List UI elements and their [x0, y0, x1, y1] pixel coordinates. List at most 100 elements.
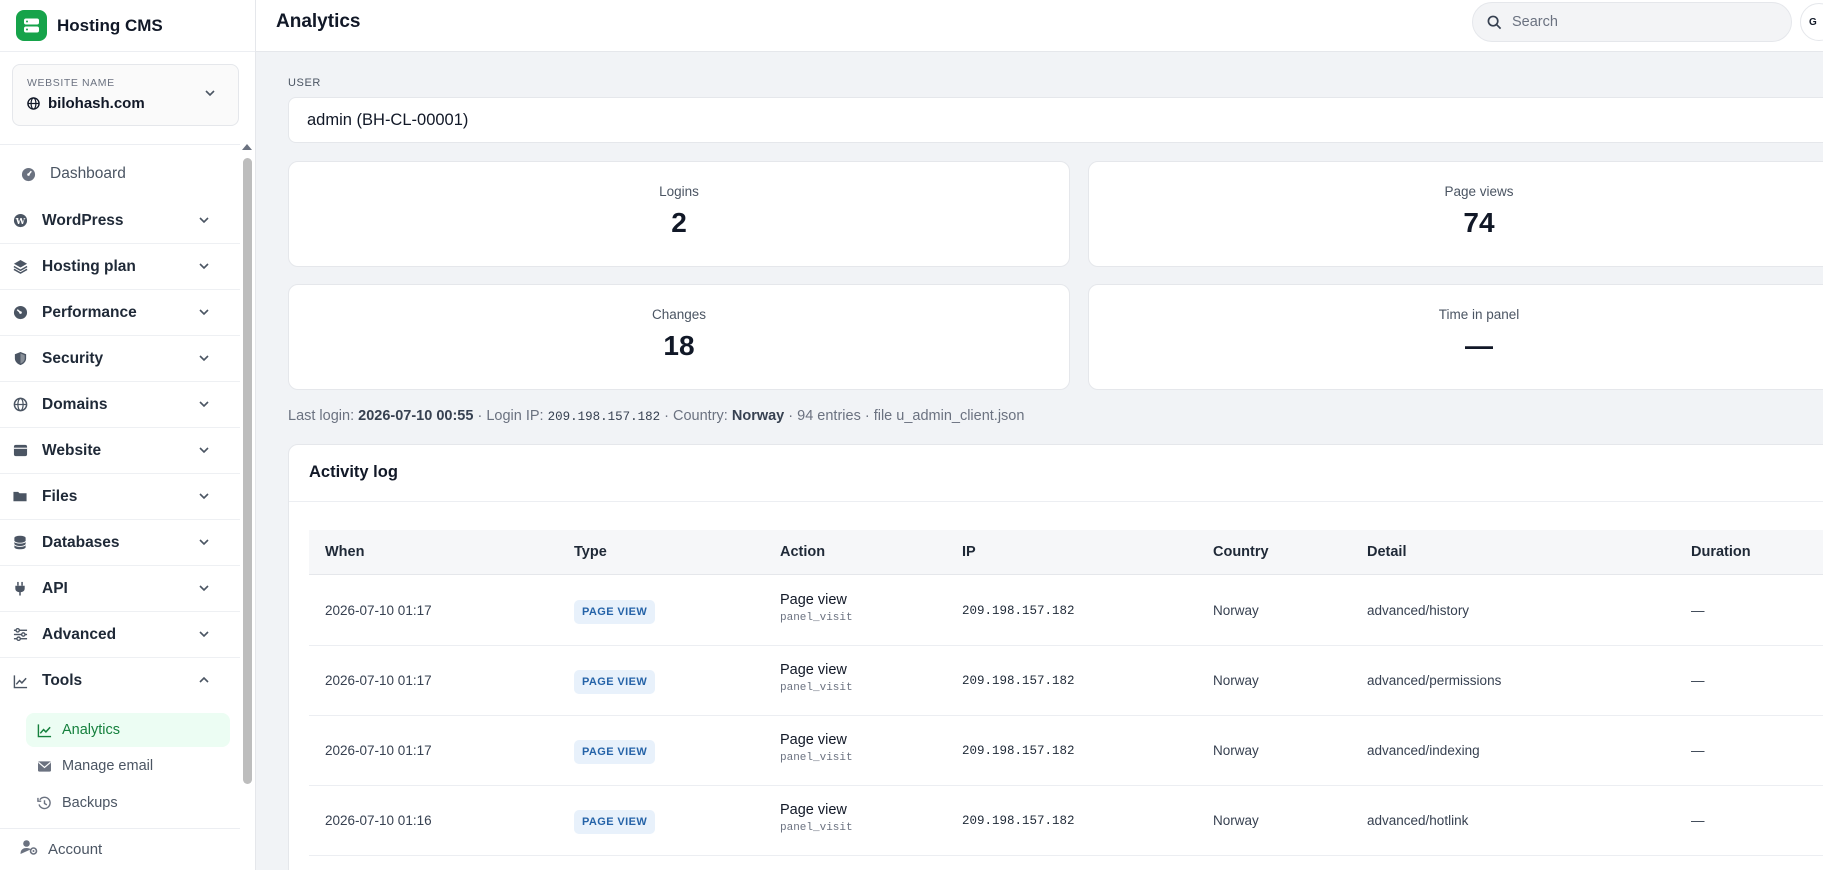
cell-detail: advanced/permissions	[1367, 673, 1502, 688]
sidebar-item-domains[interactable]: Domains	[0, 382, 240, 428]
type-badge: PAGE VIEW	[574, 740, 656, 764]
cell-action: Page view panel_visit	[780, 662, 853, 694]
cell-ip: 209.198.157.182	[962, 814, 1075, 828]
cell-detail: advanced/hotlink	[1367, 813, 1469, 828]
sidebar-item-label: Account	[48, 841, 103, 858]
country-value: Norway	[731, 408, 785, 424]
sidebar-subitem-label: Analytics	[62, 722, 121, 738]
cell-when: 2026-07-10 01:17	[325, 743, 432, 758]
cell-when: 2026-07-10 01:16	[325, 813, 432, 828]
sidebar-scrollbar[interactable]	[242, 144, 252, 784]
sidebar-item-hosting-plan[interactable]: Hosting plan	[0, 244, 240, 290]
table-row[interactable]: 2026-07-10 01:16 PAGE VIEW Page view pan…	[309, 786, 1823, 856]
sidebar-item-account[interactable]: Account	[0, 828, 240, 870]
sidebar-item-wordpress[interactable]: W WordPress	[0, 198, 240, 244]
chevron-down-icon	[199, 585, 209, 592]
column-header-action[interactable]: Action	[780, 544, 825, 560]
column-header-type[interactable]: Type	[574, 544, 607, 560]
sidebar-item-label: Performance	[42, 303, 137, 321]
chevron-down-icon	[199, 631, 209, 638]
table-row[interactable]: 2026-07-10 01:17 PAGE VIEW Page view pan…	[309, 576, 1823, 646]
scrollbar-thumb[interactable]	[243, 158, 252, 784]
search-input[interactable]	[1512, 14, 1772, 30]
sidebar-item-security[interactable]: Security	[0, 336, 240, 382]
stat-value: 2	[671, 207, 687, 238]
sidebar-item-api[interactable]: API	[0, 566, 240, 612]
sidebar: Hosting CMS WEBSITE NAME bilohash.com Da…	[0, 0, 256, 870]
chart-line-icon	[12, 673, 28, 689]
shield-icon	[12, 351, 28, 367]
column-header-duration[interactable]: Duration	[1691, 544, 1751, 560]
column-header-ip[interactable]: IP	[962, 544, 976, 560]
action-code: panel_visit	[780, 682, 853, 694]
sidebar-item-advanced[interactable]: Advanced	[0, 612, 240, 658]
brand-name: Hosting CMS	[57, 15, 163, 35]
column-header-detail[interactable]: Detail	[1367, 544, 1407, 560]
svg-text:W: W	[14, 216, 25, 226]
column-header-country[interactable]: Country	[1213, 544, 1269, 560]
chevron-down-icon	[199, 263, 209, 270]
country-label: · Country:	[664, 408, 728, 424]
search-box[interactable]	[1472, 2, 1792, 42]
sidebar-item-label: WordPress	[42, 211, 124, 229]
sidebar-subitem-manage-email[interactable]: Manage email	[26, 749, 230, 783]
website-selector[interactable]: WEBSITE NAME bilohash.com	[12, 64, 239, 126]
sidebar-subitem-analytics[interactable]: Analytics	[26, 713, 230, 747]
sidebar-subitem-label: Manage email	[62, 758, 154, 774]
cell-ip: 209.198.157.182	[962, 674, 1075, 688]
sidebar-item-label: Dashboard	[50, 165, 126, 182]
chevron-down-icon	[199, 309, 209, 316]
chevron-down-icon	[205, 90, 215, 97]
sidebar-subitem-backups[interactable]: Backups	[26, 786, 230, 820]
sidebar-item-dashboard[interactable]: Dashboard	[0, 151, 240, 197]
sidebar-item-tools[interactable]: Tools	[0, 658, 240, 704]
last-login-value: 2026-07-10 00:55	[358, 408, 474, 424]
cell-duration: —	[1691, 673, 1705, 688]
cell-action: Page view panel_visit	[780, 732, 853, 764]
cell-ip: 209.198.157.182	[962, 744, 1075, 758]
last-login-label: Last login:	[288, 408, 355, 424]
page-title: Analytics	[276, 11, 361, 32]
stat-card-changes: Changes 18	[288, 284, 1070, 390]
chevron-up-icon	[199, 676, 209, 683]
sidebar-item-files[interactable]: Files	[0, 474, 240, 520]
user-select[interactable]: admin (BH-CL-00001)	[288, 97, 1823, 143]
table-row[interactable]: 2026-07-10 01:17 PAGE VIEW Page view pan…	[309, 716, 1823, 786]
action-name: Page view	[780, 662, 847, 678]
sidebar-nav: Dashboard W WordPress Hosting plan Perfo…	[0, 144, 240, 870]
cell-action: Page view panel_visit	[780, 592, 853, 624]
scroll-up-arrow-icon[interactable]	[242, 144, 252, 150]
chevron-down-icon	[199, 401, 209, 408]
sidebar-item-label: Databases	[42, 533, 120, 551]
gauge-icon	[12, 305, 28, 321]
stat-card-time-in-panel: Time in panel —	[1088, 284, 1823, 390]
login-ip-label: · Login IP:	[477, 408, 544, 424]
stat-value: —	[1465, 330, 1493, 361]
stat-label: Logins	[659, 184, 699, 199]
globe-icon	[27, 97, 40, 110]
cell-duration: —	[1691, 743, 1705, 758]
sidebar-item-performance[interactable]: Performance	[0, 290, 240, 336]
database-icon	[12, 535, 28, 551]
action-name: Page view	[780, 732, 847, 748]
cell-country: Norway	[1213, 813, 1259, 828]
type-badge: PAGE VIEW	[574, 810, 656, 834]
main-content: USER admin (BH-CL-00001) Logins 2 Page v…	[256, 52, 1823, 870]
action-code: panel_visit	[780, 752, 853, 764]
stat-label: Page views	[1444, 184, 1514, 199]
cell-when: 2026-07-10 01:17	[325, 603, 432, 618]
brand[interactable]: Hosting CMS	[0, 0, 255, 52]
avatar[interactable]: G	[1800, 3, 1823, 41]
column-header-when[interactable]: When	[325, 544, 364, 560]
sidebar-item-label: Website	[42, 441, 102, 459]
wordpress-icon: W	[12, 213, 28, 229]
cell-country: Norway	[1213, 603, 1259, 618]
login-meta: Last login: 2026-07-10 00:55 · Login IP:…	[288, 408, 1024, 424]
sidebar-item-website[interactable]: Website	[0, 428, 240, 474]
sidebar-item-label: Advanced	[42, 625, 117, 643]
plug-icon	[12, 581, 28, 597]
cell-detail: advanced/history	[1367, 603, 1470, 618]
table-row[interactable]: 2026-07-10 01:17 PAGE VIEW Page view pan…	[309, 646, 1823, 716]
cell-ip: 209.198.157.182	[962, 604, 1075, 618]
sidebar-item-databases[interactable]: Databases	[0, 520, 240, 566]
